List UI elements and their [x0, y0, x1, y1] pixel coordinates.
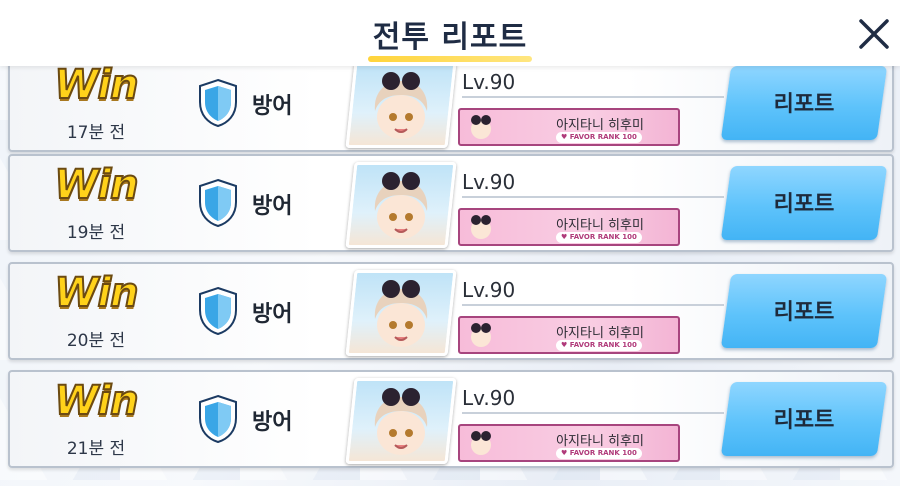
shield-icon [199, 394, 237, 444]
character-level: Lv.90 [462, 278, 516, 302]
title-underline [368, 56, 532, 62]
report-row: Win 20분 전 방어 Lv.90 아지타니 히후미 ♥ FAVOR RANK… [8, 262, 894, 360]
character-mini-icon [471, 431, 491, 455]
character-mini-icon [471, 115, 491, 139]
character-name: 아지타니 히후미 [556, 218, 644, 233]
character-name: 아지타니 히후미 [556, 434, 644, 449]
shield-icon [199, 178, 237, 228]
heart-icon: ♥ [561, 341, 570, 349]
heart-icon: ♥ [561, 133, 570, 141]
character-level: Lv.90 [462, 386, 516, 410]
battle-report-list: Win 17분 전 방어 Lv.90 아지타니 히후미 ♥ FAVOR RANK… [0, 0, 900, 486]
character-tag: 아지타니 히후미 ♥ FAVOR RANK 100 [458, 424, 680, 462]
report-row: Win 21분 전 방어 Lv.90 아지타니 히후미 ♥ FAVOR RANK… [8, 370, 894, 468]
favor-rank-badge: ♥ FAVOR RANK 100 [556, 132, 642, 143]
heart-icon: ♥ [561, 449, 570, 457]
character-portrait[interactable] [345, 62, 457, 148]
character-mini-icon [471, 215, 491, 239]
report-button-label[interactable]: 리포트 [726, 402, 882, 434]
report-button-label[interactable]: 리포트 [726, 186, 882, 218]
divider [462, 196, 724, 198]
divider [462, 412, 724, 414]
shield-icon [199, 286, 237, 336]
favor-rank-badge: ♥ FAVOR RANK 100 [556, 448, 642, 459]
report-row: Win 17분 전 방어 Lv.90 아지타니 히후미 ♥ FAVOR RANK… [8, 54, 894, 152]
battle-type: 방어 [252, 410, 293, 435]
character-level: Lv.90 [462, 70, 516, 94]
favor-rank-text: FAVOR RANK 100 [569, 449, 637, 457]
page-title: 전투 리포트 [372, 20, 528, 55]
favor-rank-badge: ♥ FAVOR RANK 100 [556, 340, 642, 351]
time-ago: 20분 전 [66, 331, 126, 351]
time-ago: 21분 전 [66, 439, 126, 459]
character-mini-icon [471, 323, 491, 347]
report-button-label[interactable]: 리포트 [726, 86, 882, 118]
character-portrait[interactable] [345, 378, 457, 464]
character-tag: 아지타니 히후미 ♥ FAVOR RANK 100 [458, 316, 680, 354]
time-ago: 17분 전 [66, 123, 126, 143]
result-win: Win [53, 269, 139, 317]
character-portrait[interactable] [345, 270, 457, 356]
character-portrait[interactable] [345, 162, 457, 248]
close-icon[interactable] [856, 16, 892, 52]
favor-rank-text: FAVOR RANK 100 [569, 341, 637, 349]
battle-type: 방어 [252, 194, 293, 219]
character-tag: 아지타니 히후미 ♥ FAVOR RANK 100 [458, 108, 680, 146]
character-level: Lv.90 [462, 170, 516, 194]
favor-rank-text: FAVOR RANK 100 [569, 133, 637, 141]
report-row: Win 19분 전 방어 Lv.90 아지타니 히후미 ♥ FAVOR RANK… [8, 154, 894, 252]
divider [462, 304, 724, 306]
character-name: 아지타니 히후미 [556, 118, 644, 133]
divider [462, 96, 724, 98]
heart-icon: ♥ [561, 233, 570, 241]
character-name: 아지타니 히후미 [556, 326, 644, 341]
result-win: Win [53, 61, 139, 109]
result-win: Win [53, 161, 139, 209]
time-ago: 19분 전 [66, 223, 126, 243]
battle-type: 방어 [252, 302, 293, 327]
header-bar: 전투 리포트 [0, 0, 900, 66]
favor-rank-text: FAVOR RANK 100 [569, 233, 637, 241]
favor-rank-badge: ♥ FAVOR RANK 100 [556, 232, 642, 243]
shield-icon [199, 78, 237, 128]
report-button-label[interactable]: 리포트 [726, 294, 882, 326]
result-win: Win [53, 377, 139, 425]
character-tag: 아지타니 히후미 ♥ FAVOR RANK 100 [458, 208, 680, 246]
battle-type: 방어 [252, 94, 293, 119]
